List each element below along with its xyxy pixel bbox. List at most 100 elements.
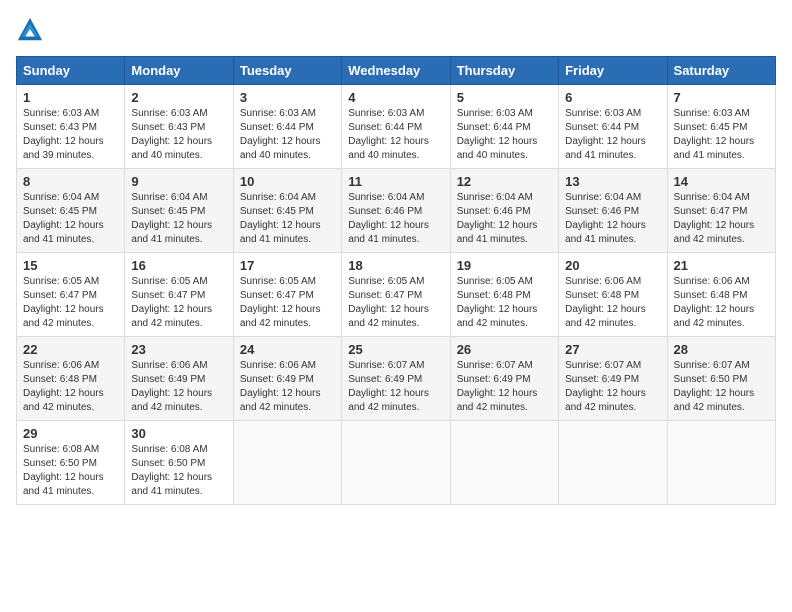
calendar-cell: 11 Sunrise: 6:04 AMSunset: 6:46 PMDaylig… [342, 169, 450, 253]
day-number: 5 [457, 90, 552, 105]
day-number: 29 [23, 426, 118, 441]
calendar-cell: 19 Sunrise: 6:05 AMSunset: 6:48 PMDaylig… [450, 253, 558, 337]
weekday-header-wednesday: Wednesday [342, 57, 450, 85]
weekday-header-row: SundayMondayTuesdayWednesdayThursdayFrid… [17, 57, 776, 85]
day-info: Sunrise: 6:05 AMSunset: 6:47 PMDaylight:… [131, 276, 212, 329]
calendar-cell: 9 Sunrise: 6:04 AMSunset: 6:45 PMDayligh… [125, 169, 233, 253]
day-info: Sunrise: 6:05 AMSunset: 6:47 PMDaylight:… [240, 276, 321, 329]
day-number: 24 [240, 342, 335, 357]
weekday-header-saturday: Saturday [667, 57, 775, 85]
day-number: 3 [240, 90, 335, 105]
calendar-cell [342, 421, 450, 505]
calendar-cell: 7 Sunrise: 6:03 AMSunset: 6:45 PMDayligh… [667, 85, 775, 169]
logo [16, 16, 46, 44]
day-info: Sunrise: 6:08 AMSunset: 6:50 PMDaylight:… [23, 444, 104, 497]
day-info: Sunrise: 6:05 AMSunset: 6:47 PMDaylight:… [348, 276, 429, 329]
day-info: Sunrise: 6:07 AMSunset: 6:49 PMDaylight:… [457, 360, 538, 413]
day-info: Sunrise: 6:03 AMSunset: 6:44 PMDaylight:… [457, 108, 538, 161]
day-number: 30 [131, 426, 226, 441]
day-info: Sunrise: 6:07 AMSunset: 6:50 PMDaylight:… [674, 360, 755, 413]
day-number: 16 [131, 258, 226, 273]
day-info: Sunrise: 6:03 AMSunset: 6:44 PMDaylight:… [348, 108, 429, 161]
calendar-cell: 30 Sunrise: 6:08 AMSunset: 6:50 PMDaylig… [125, 421, 233, 505]
day-number: 2 [131, 90, 226, 105]
calendar-cell: 3 Sunrise: 6:03 AMSunset: 6:44 PMDayligh… [233, 85, 341, 169]
day-number: 26 [457, 342, 552, 357]
day-info: Sunrise: 6:07 AMSunset: 6:49 PMDaylight:… [565, 360, 646, 413]
calendar-cell [559, 421, 667, 505]
calendar-cell: 17 Sunrise: 6:05 AMSunset: 6:47 PMDaylig… [233, 253, 341, 337]
day-number: 18 [348, 258, 443, 273]
day-number: 23 [131, 342, 226, 357]
day-info: Sunrise: 6:08 AMSunset: 6:50 PMDaylight:… [131, 444, 212, 497]
day-number: 14 [674, 174, 769, 189]
calendar-cell: 20 Sunrise: 6:06 AMSunset: 6:48 PMDaylig… [559, 253, 667, 337]
weekday-header-tuesday: Tuesday [233, 57, 341, 85]
calendar-week-row: 29 Sunrise: 6:08 AMSunset: 6:50 PMDaylig… [17, 421, 776, 505]
day-number: 8 [23, 174, 118, 189]
day-number: 15 [23, 258, 118, 273]
day-info: Sunrise: 6:06 AMSunset: 6:48 PMDaylight:… [565, 276, 646, 329]
day-number: 9 [131, 174, 226, 189]
day-info: Sunrise: 6:06 AMSunset: 6:49 PMDaylight:… [240, 360, 321, 413]
calendar-cell: 6 Sunrise: 6:03 AMSunset: 6:44 PMDayligh… [559, 85, 667, 169]
calendar-cell: 4 Sunrise: 6:03 AMSunset: 6:44 PMDayligh… [342, 85, 450, 169]
calendar-cell: 28 Sunrise: 6:07 AMSunset: 6:50 PMDaylig… [667, 337, 775, 421]
calendar-cell: 29 Sunrise: 6:08 AMSunset: 6:50 PMDaylig… [17, 421, 125, 505]
day-info: Sunrise: 6:03 AMSunset: 6:44 PMDaylight:… [240, 108, 321, 161]
calendar-cell: 24 Sunrise: 6:06 AMSunset: 6:49 PMDaylig… [233, 337, 341, 421]
day-info: Sunrise: 6:04 AMSunset: 6:46 PMDaylight:… [565, 192, 646, 245]
day-number: 7 [674, 90, 769, 105]
calendar-cell: 10 Sunrise: 6:04 AMSunset: 6:45 PMDaylig… [233, 169, 341, 253]
calendar-cell: 21 Sunrise: 6:06 AMSunset: 6:48 PMDaylig… [667, 253, 775, 337]
weekday-header-monday: Monday [125, 57, 233, 85]
calendar-cell: 1 Sunrise: 6:03 AMSunset: 6:43 PMDayligh… [17, 85, 125, 169]
calendar-cell: 22 Sunrise: 6:06 AMSunset: 6:48 PMDaylig… [17, 337, 125, 421]
weekday-header-thursday: Thursday [450, 57, 558, 85]
day-number: 12 [457, 174, 552, 189]
calendar-cell: 13 Sunrise: 6:04 AMSunset: 6:46 PMDaylig… [559, 169, 667, 253]
day-info: Sunrise: 6:06 AMSunset: 6:48 PMDaylight:… [674, 276, 755, 329]
day-info: Sunrise: 6:03 AMSunset: 6:43 PMDaylight:… [23, 108, 104, 161]
calendar-cell: 18 Sunrise: 6:05 AMSunset: 6:47 PMDaylig… [342, 253, 450, 337]
day-info: Sunrise: 6:05 AMSunset: 6:47 PMDaylight:… [23, 276, 104, 329]
calendar-cell [233, 421, 341, 505]
day-number: 1 [23, 90, 118, 105]
day-number: 20 [565, 258, 660, 273]
day-number: 19 [457, 258, 552, 273]
calendar-cell: 25 Sunrise: 6:07 AMSunset: 6:49 PMDaylig… [342, 337, 450, 421]
day-number: 17 [240, 258, 335, 273]
calendar-cell: 27 Sunrise: 6:07 AMSunset: 6:49 PMDaylig… [559, 337, 667, 421]
calendar-cell: 14 Sunrise: 6:04 AMSunset: 6:47 PMDaylig… [667, 169, 775, 253]
calendar-cell: 16 Sunrise: 6:05 AMSunset: 6:47 PMDaylig… [125, 253, 233, 337]
day-info: Sunrise: 6:05 AMSunset: 6:48 PMDaylight:… [457, 276, 538, 329]
day-info: Sunrise: 6:03 AMSunset: 6:43 PMDaylight:… [131, 108, 212, 161]
calendar-cell: 15 Sunrise: 6:05 AMSunset: 6:47 PMDaylig… [17, 253, 125, 337]
day-info: Sunrise: 6:04 AMSunset: 6:45 PMDaylight:… [240, 192, 321, 245]
generalblue-logo-icon [16, 16, 44, 44]
day-info: Sunrise: 6:04 AMSunset: 6:47 PMDaylight:… [674, 192, 755, 245]
calendar-cell: 5 Sunrise: 6:03 AMSunset: 6:44 PMDayligh… [450, 85, 558, 169]
calendar-cell [667, 421, 775, 505]
calendar-week-row: 15 Sunrise: 6:05 AMSunset: 6:47 PMDaylig… [17, 253, 776, 337]
day-number: 22 [23, 342, 118, 357]
day-info: Sunrise: 6:04 AMSunset: 6:45 PMDaylight:… [23, 192, 104, 245]
weekday-header-friday: Friday [559, 57, 667, 85]
calendar-cell: 12 Sunrise: 6:04 AMSunset: 6:46 PMDaylig… [450, 169, 558, 253]
day-info: Sunrise: 6:03 AMSunset: 6:44 PMDaylight:… [565, 108, 646, 161]
day-number: 13 [565, 174, 660, 189]
day-number: 27 [565, 342, 660, 357]
day-info: Sunrise: 6:06 AMSunset: 6:48 PMDaylight:… [23, 360, 104, 413]
day-number: 6 [565, 90, 660, 105]
day-number: 25 [348, 342, 443, 357]
day-number: 4 [348, 90, 443, 105]
weekday-header-sunday: Sunday [17, 57, 125, 85]
calendar-week-row: 1 Sunrise: 6:03 AMSunset: 6:43 PMDayligh… [17, 85, 776, 169]
calendar-week-row: 8 Sunrise: 6:04 AMSunset: 6:45 PMDayligh… [17, 169, 776, 253]
calendar-table: SundayMondayTuesdayWednesdayThursdayFrid… [16, 56, 776, 505]
page-header [16, 16, 776, 44]
day-number: 28 [674, 342, 769, 357]
day-number: 21 [674, 258, 769, 273]
calendar-cell: 23 Sunrise: 6:06 AMSunset: 6:49 PMDaylig… [125, 337, 233, 421]
day-number: 11 [348, 174, 443, 189]
